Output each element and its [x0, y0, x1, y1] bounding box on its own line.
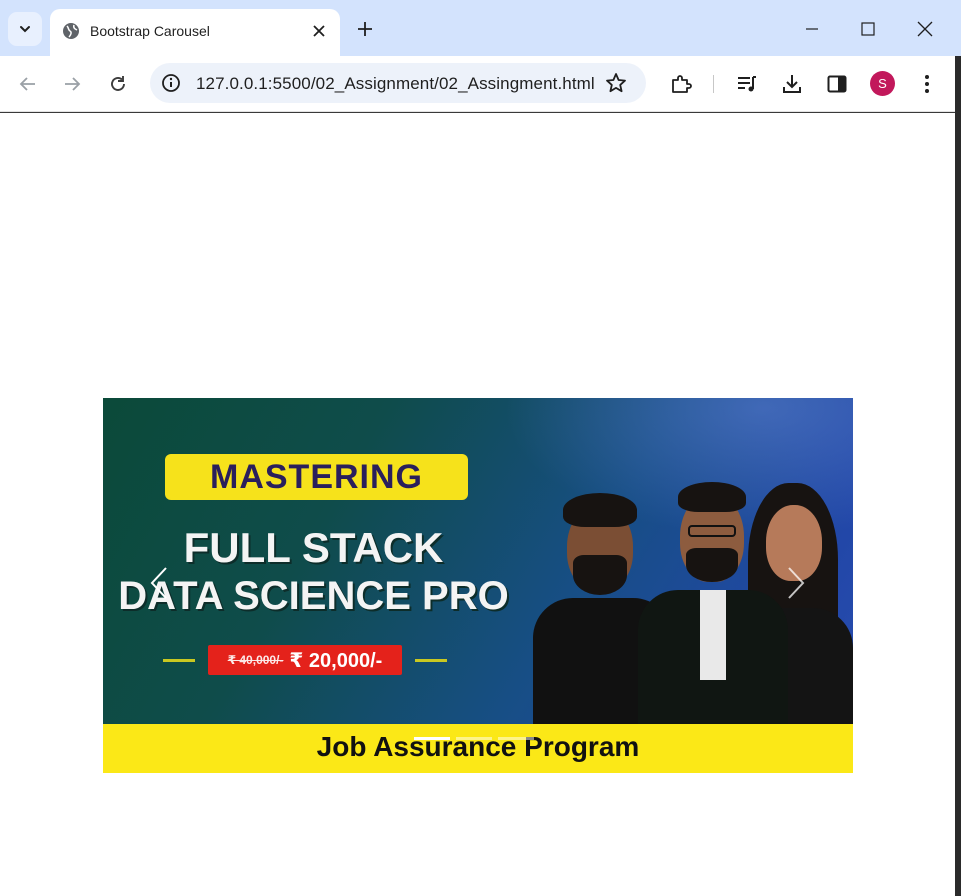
extensions-button[interactable]	[666, 69, 696, 99]
maximize-button[interactable]	[851, 12, 885, 46]
carousel-next-button[interactable]	[776, 558, 816, 608]
toolbar-divider	[713, 75, 714, 93]
plus-icon	[358, 22, 372, 36]
price-old: ₹ 40,000/-	[227, 653, 284, 667]
close-icon	[313, 25, 325, 37]
profile-avatar[interactable]: S	[870, 71, 895, 96]
url-text[interactable]: 127.0.0.1:5500/02_Assignment/02_Assingme…	[196, 74, 595, 94]
chevron-left-icon	[150, 567, 167, 599]
puzzle-icon	[672, 75, 692, 93]
side-panel-button[interactable]	[822, 69, 852, 99]
carousel-indicator-2[interactable]	[456, 737, 492, 740]
price-tag: ₹ 40,000/- ₹ 20,000/-	[208, 645, 402, 675]
back-button[interactable]	[12, 68, 44, 100]
globe-icon	[63, 23, 79, 39]
minimize-icon	[806, 28, 818, 30]
queue-music-icon	[738, 76, 756, 92]
banner-footer-text: Job Assurance Program	[316, 731, 640, 762]
presenter-center-image	[638, 480, 788, 740]
address-bar[interactable]: 127.0.0.1:5500/02_Assignment/02_Assingme…	[150, 63, 646, 103]
reload-button[interactable]	[102, 68, 134, 100]
side-panel-icon	[827, 75, 847, 93]
page-content: MASTERING FULL STACK DATA SCIENCE PRO ₹ …	[0, 113, 955, 896]
price-dash-right	[415, 659, 447, 662]
chevron-down-icon	[20, 26, 30, 33]
close-window-button[interactable]	[908, 12, 942, 46]
browser-tab[interactable]: Bootstrap Carousel	[50, 9, 340, 56]
tab-close-button[interactable]	[309, 21, 329, 41]
bookmark-star-icon[interactable]	[605, 72, 627, 94]
forward-button[interactable]	[56, 68, 88, 100]
arrow-right-icon	[65, 77, 81, 91]
browser-titlebar: Bootstrap Carousel	[0, 0, 961, 56]
new-tab-button[interactable]	[352, 16, 378, 42]
banner-badge: MASTERING	[165, 454, 468, 500]
browser-toolbar: 127.0.0.1:5500/02_Assignment/02_Assingme…	[0, 56, 955, 112]
chevron-right-icon	[788, 567, 805, 599]
price-dash-left	[163, 659, 195, 662]
media-control-button[interactable]	[732, 69, 762, 99]
reload-icon	[111, 76, 125, 91]
more-vert-icon	[925, 75, 929, 93]
carousel-prev-button[interactable]	[139, 558, 179, 608]
tab-title: Bootstrap Carousel	[90, 23, 210, 39]
browser-menu-button[interactable]	[912, 69, 942, 99]
site-info-icon[interactable]	[161, 73, 181, 93]
carousel-indicator-1[interactable]	[414, 737, 450, 740]
price-new: ₹ 20,000/-	[289, 649, 383, 672]
arrow-left-icon	[19, 77, 35, 91]
tab-search-button[interactable]	[8, 12, 42, 46]
window-right-edge	[955, 56, 961, 896]
downloads-button[interactable]	[777, 69, 807, 99]
minimize-button[interactable]	[795, 12, 829, 46]
carousel-indicator-3[interactable]	[498, 737, 534, 740]
bootstrap-carousel: MASTERING FULL STACK DATA SCIENCE PRO ₹ …	[103, 398, 853, 773]
close-icon	[917, 21, 933, 37]
maximize-icon	[861, 22, 875, 36]
download-icon	[783, 75, 801, 93]
carousel-indicators	[414, 737, 534, 740]
